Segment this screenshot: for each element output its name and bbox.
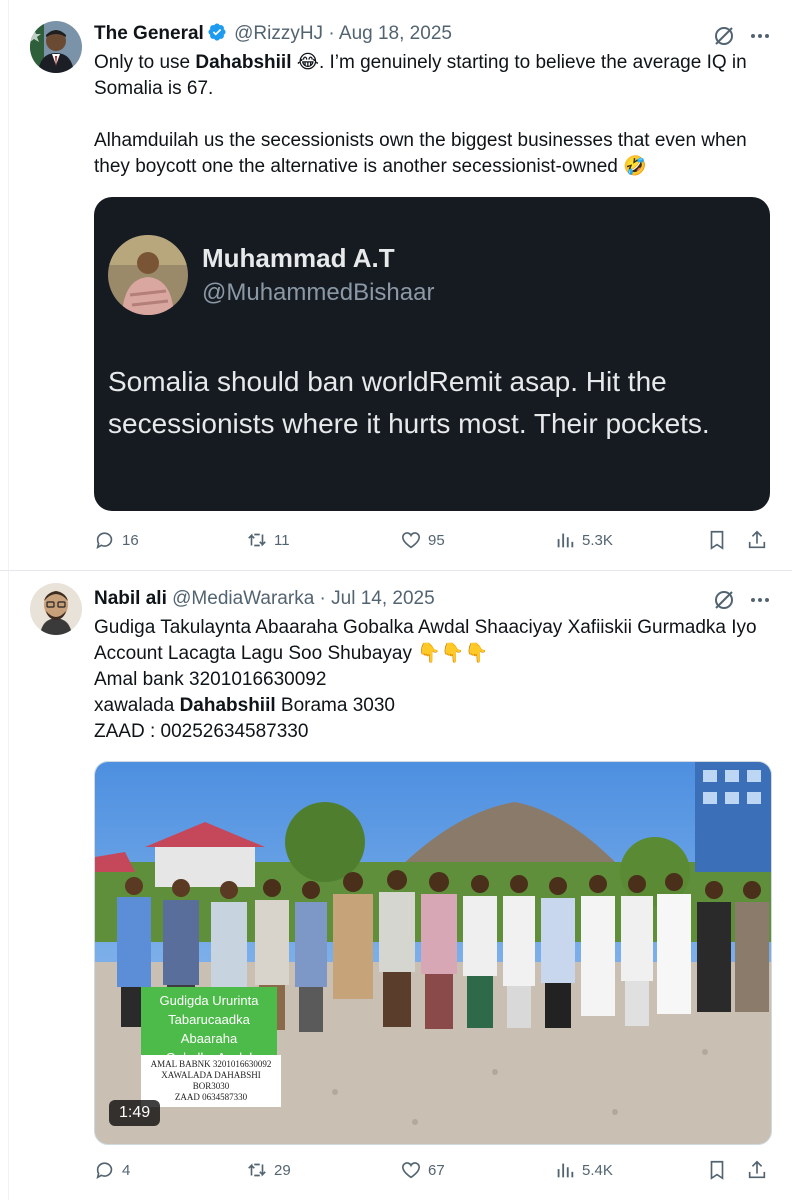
more-icon[interactable] — [748, 24, 772, 48]
text-line: Gudiga Takulaynta Abaaraha Gobalka Awdal… — [94, 617, 757, 664]
text-segment: Borama 3030 — [275, 695, 395, 716]
tweet-text: Gudiga Takulaynta Abaaraha Gobalka Awdal… — [94, 615, 774, 745]
repost-button[interactable]: 11 — [246, 529, 290, 551]
verified-badge-icon — [208, 23, 226, 41]
tweet-actions: 16 11 95 5.3K — [94, 529, 774, 553]
reply-button[interactable]: 16 — [94, 529, 139, 551]
tweet-header: Nabil ali @MediaWararka · Jul 14, 2025 — [94, 586, 435, 612]
caption-label-white: AMAL BABNK 3201016630092 XAWALADA DAHABS… — [141, 1055, 281, 1107]
bookmark-button[interactable] — [706, 529, 728, 551]
author-handle[interactable]: @RizzyHJ — [234, 23, 323, 44]
repost-count: 29 — [274, 1161, 291, 1179]
avatar[interactable] — [30, 21, 82, 73]
share-icon — [748, 530, 766, 549]
bookmark-button[interactable] — [706, 1159, 728, 1181]
repost-icon — [248, 1163, 266, 1177]
views-count: 5.3K — [582, 531, 613, 549]
caption-line: AMAL BABNK 3201016630092 — [150, 1059, 272, 1069]
quoted-author-handle: @MuhammedBishaar — [202, 279, 435, 306]
tweet-actions: 4 29 67 5.4K — [94, 1159, 774, 1183]
views-icon — [557, 1163, 574, 1178]
repost-button[interactable]: 29 — [246, 1159, 291, 1181]
grok-icon[interactable] — [712, 24, 736, 48]
author-name[interactable]: The General — [94, 23, 204, 44]
author-name[interactable]: Nabil ali — [94, 588, 167, 609]
views-icon — [557, 533, 574, 548]
caption-line: Gudigda Ururinta — [159, 993, 259, 1008]
bookmark-icon — [710, 1160, 724, 1180]
author-handle[interactable]: @MediaWararka — [172, 588, 314, 609]
grok-icon[interactable] — [712, 588, 736, 612]
views-count: 5.4K — [582, 1161, 613, 1179]
bookmark-icon — [710, 530, 724, 550]
like-button[interactable]: 67 — [400, 1159, 445, 1181]
tweet[interactable]: The General @RizzyHJ · Aug 18, 2025 Only… — [0, 0, 792, 571]
text-bold: Dahabshiil — [179, 695, 276, 716]
more-icon[interactable] — [748, 588, 772, 612]
tweet-date[interactable]: Aug 18, 2025 — [339, 23, 452, 44]
reply-count: 4 — [122, 1161, 131, 1179]
avatar[interactable] — [30, 583, 82, 635]
separator-dot: · — [328, 23, 335, 44]
text-segment: xawalada — [94, 695, 180, 716]
like-icon — [401, 1162, 421, 1179]
views-button[interactable]: 5.4K — [554, 1159, 613, 1181]
share-button[interactable] — [746, 529, 768, 551]
text-segment: Only to use — [94, 52, 196, 73]
quoted-text: Somalia should ban worldRemit asap. Hit … — [108, 366, 710, 439]
share-icon — [748, 1160, 766, 1179]
tweet[interactable]: Nabil ali @MediaWararka · Jul 14, 2025 G… — [0, 571, 792, 1200]
repost-count: 11 — [274, 531, 290, 549]
tweet-header: The General @RizzyHJ · Aug 18, 2025 — [94, 21, 452, 47]
caption-line: ZAAD 0634587330 — [174, 1092, 248, 1102]
reply-icon — [96, 1162, 113, 1179]
share-button[interactable] — [746, 1159, 768, 1181]
tweet-date[interactable]: Jul 14, 2025 — [331, 588, 435, 609]
reply-count: 16 — [122, 531, 139, 549]
caption-line: Tabarucaadka — [168, 1012, 250, 1027]
caption-line: Abaaraha — [180, 1031, 238, 1046]
tweet-text: Only to use Dahabshiil 😂. I’m genuinely … — [94, 50, 774, 180]
quoted-author-name: Muhammad A.T — [202, 243, 395, 273]
video-duration: 1:49 — [109, 1100, 161, 1126]
like-icon — [401, 532, 421, 549]
reply-button[interactable]: 4 — [94, 1159, 130, 1181]
repost-icon — [248, 533, 266, 547]
quoted-avatar — [108, 235, 188, 315]
quoted-screenshot[interactable]: Muhammad A.T @MuhammedBishaar Somalia sh… — [94, 197, 770, 511]
text-bold: Dahabshiil — [195, 52, 292, 73]
caption-line: XAWALADA DAHABSHI BOR3030 — [161, 1070, 261, 1091]
text-paragraph: Alhamduilah us the secessionists own the… — [94, 130, 747, 177]
separator-dot: · — [319, 588, 326, 609]
video-player[interactable]: Gudigda Ururinta Tabarucaadka Abaaraha G… — [94, 761, 772, 1145]
text-line: Amal bank 3201016630092 — [94, 669, 327, 690]
like-count: 95 — [428, 531, 445, 549]
views-button[interactable]: 5.3K — [554, 529, 613, 551]
like-button[interactable]: 95 — [400, 529, 445, 551]
text-line: ZAAD : 00252634587330 — [94, 721, 309, 742]
reply-icon — [96, 532, 113, 549]
like-count: 67 — [428, 1161, 445, 1179]
